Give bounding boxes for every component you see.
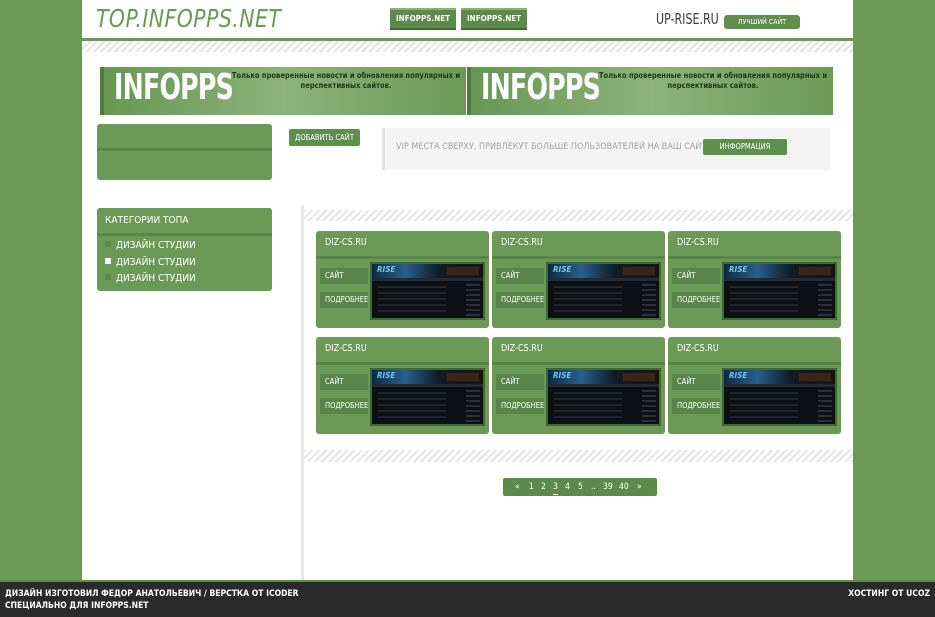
bullet-icon [105, 241, 111, 247]
site-button[interactable]: САЙТ [496, 374, 544, 390]
category-item[interactable]: ДИЗАЙН СТУДИИ [105, 257, 196, 268]
site-thumbnail[interactable]: RISE [722, 262, 837, 320]
site-thumbnail[interactable]: RISE [546, 262, 661, 320]
footer: ДИЗАЙН ИЗГОТОВИЛ ФЕДОР АНАТОЛЬЕВИЧ / ВЕР… [0, 580, 935, 617]
vip-promo-text: VIP МЕСТА СВЕРХУ, ПРИВЛЕКУТ БОЛЬШЕ ПОЛЬЗ… [396, 142, 707, 152]
page-link[interactable]: 5 [578, 478, 583, 496]
content-divider [301, 205, 304, 580]
site-button[interactable]: САЙТ [672, 374, 720, 390]
page-container: TOP.INFOPPS.NET INFOPPS.NET INFOPPS.NET … [82, 0, 853, 580]
category-item[interactable]: ДИЗАЙН СТУДИИ [105, 240, 196, 251]
site-card-title[interactable]: DIZ-CS.RU [501, 237, 543, 248]
best-site-button[interactable]: ЛУЧШИЙ САЙТ [724, 15, 800, 29]
categories-panel: КАТЕГОРИИ ТОПА ДИЗАЙН СТУДИИ ДИЗАЙН СТУД… [97, 208, 272, 291]
card-divider [492, 256, 665, 259]
header-stripe-band [82, 41, 853, 52]
page-link[interactable]: 2 [541, 478, 546, 496]
footer-hosting[interactable]: ХОСТИНГ ОТ UCOZ [848, 588, 930, 600]
add-site-button[interactable]: ДОБАВИТЬ САЙТ [289, 129, 360, 146]
categories-title: КАТЕГОРИИ ТОПА [105, 215, 189, 226]
site-card-title[interactable]: DIZ-CS.RU [677, 237, 719, 248]
site-card: DIZ-CS.RU САЙТ ПОДРОБНЕЕ RISE [316, 231, 489, 328]
content-stripe-top [304, 210, 853, 221]
site-card: DIZ-CS.RU САЙТ ПОДРОБНЕЕ RISE [492, 231, 665, 328]
bullet-icon [105, 258, 111, 264]
category-label: ДИЗАЙН СТУДИИ [116, 240, 196, 251]
card-divider [668, 362, 841, 365]
banner-logo: INFOPPS [114, 67, 234, 108]
banner-logo: INFOPPS [481, 67, 601, 108]
details-button[interactable]: ПОДРОБНЕЕ [320, 292, 368, 308]
panel-divider [97, 148, 272, 151]
site-card: DIZ-CS.RU САЙТ ПОДРОБНЕЕ RISE [668, 231, 841, 328]
banner-text: Только проверенные новости и обновления … [598, 71, 828, 90]
site-card-title[interactable]: DIZ-CS.RU [677, 343, 719, 354]
page-link[interactable]: 40 [619, 478, 629, 496]
category-label: ДИЗАЙН СТУДИИ [116, 257, 196, 268]
page-link[interactable]: 1 [529, 478, 534, 496]
card-divider [492, 362, 665, 365]
site-card-title[interactable]: DIZ-CS.RU [325, 343, 367, 354]
site-thumbnail[interactable]: RISE [722, 368, 837, 426]
details-button[interactable]: ПОДРОБНЕЕ [672, 292, 720, 308]
pagination: « 1 2 3 4 5 .. 39 40 » [503, 478, 657, 496]
site-thumbnail[interactable]: RISE [370, 368, 485, 426]
site-button[interactable]: САЙТ [320, 374, 368, 390]
page-link[interactable]: 39 [603, 478, 613, 496]
site-card-title[interactable]: DIZ-CS.RU [501, 343, 543, 354]
bullet-icon [105, 274, 111, 280]
card-divider [316, 256, 489, 259]
banner-text: Только проверенные новости и обновления … [231, 71, 461, 90]
next-page-button[interactable]: » [637, 478, 642, 496]
sidebar-user-panel [97, 124, 272, 180]
banner-ad-2[interactable]: INFOPPS Только проверенные новости и обн… [467, 67, 833, 115]
page-ellipsis: .. [591, 482, 596, 492]
page-link-current: 3 [553, 480, 558, 495]
details-button[interactable]: ПОДРОБНЕЕ [496, 398, 544, 414]
site-card: DIZ-CS.RU САЙТ ПОДРОБНЕЕ RISE [492, 337, 665, 434]
categories-divider [97, 233, 272, 236]
category-label: ДИЗАЙН СТУДИИ [116, 273, 196, 284]
vip-info-button[interactable]: ИНФОРМАЦИЯ [703, 139, 787, 155]
footer-credits-line1[interactable]: ДИЗАЙН ИЗГОТОВИЛ ФЕДОР АНАТОЛЬЕВИЧ / ВЕР… [5, 588, 299, 600]
card-divider [668, 256, 841, 259]
details-button[interactable]: ПОДРОБНЕЕ [320, 398, 368, 414]
footer-credits: ДИЗАЙН ИЗГОТОВИЛ ФЕДОР АНАТОЛЬЕВИЧ / ВЕР… [5, 588, 299, 612]
top-tab-1[interactable]: INFOPPS.NET [390, 8, 457, 30]
page-link[interactable]: 4 [565, 478, 570, 496]
site-card-title[interactable]: DIZ-CS.RU [325, 237, 367, 248]
details-button[interactable]: ПОДРОБНЕЕ [672, 398, 720, 414]
banner-ad-1[interactable]: INFOPPS Только проверенные новости и обн… [100, 67, 466, 115]
prev-page-button[interactable]: « [515, 478, 520, 496]
details-button[interactable]: ПОДРОБНЕЕ [496, 292, 544, 308]
category-item[interactable]: ДИЗАЙН СТУДИИ [105, 273, 196, 284]
vip-promo-box: VIP МЕСТА СВЕРХУ, ПРИВЛЕКУТ БОЛЬШЕ ПОЛЬЗ… [382, 128, 830, 170]
content-stripe-bottom [304, 450, 853, 462]
footer-credits-line2[interactable]: СПЕЦИАЛЬНО ДЛЯ INFOPPS.NET [5, 600, 299, 612]
site-button[interactable]: САЙТ [672, 268, 720, 284]
card-divider [316, 362, 489, 365]
site-button[interactable]: САЙТ [320, 268, 368, 284]
site-button[interactable]: САЙТ [496, 268, 544, 284]
top-tab-2[interactable]: INFOPPS.NET [461, 8, 528, 30]
site-card: DIZ-CS.RU САЙТ ПОДРОБНЕЕ RISE [316, 337, 489, 434]
site-card: DIZ-CS.RU САЙТ ПОДРОБНЕЕ RISE [668, 337, 841, 434]
site-logo[interactable]: TOP.INFOPPS.NET [96, 4, 281, 33]
partner-site-name[interactable]: UP-RISE.RU [656, 10, 719, 28]
site-thumbnail[interactable]: RISE [370, 262, 485, 320]
site-thumbnail[interactable]: RISE [546, 368, 661, 426]
